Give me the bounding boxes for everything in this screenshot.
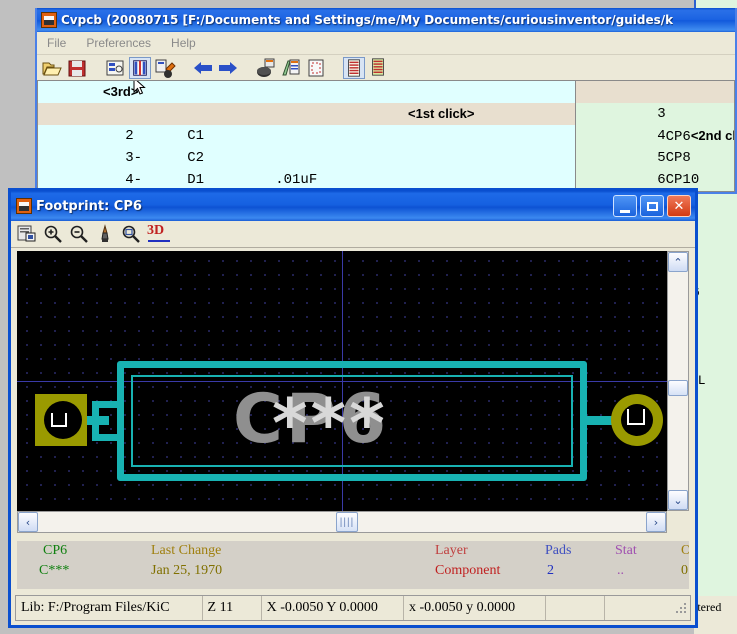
footprint-status-bar: Lib: F:/Program Files/KiC Z 11 X -0.0050… bbox=[15, 595, 691, 621]
info-pads-label: Pads bbox=[545, 543, 572, 558]
cvpcb-toolbar bbox=[37, 55, 735, 82]
status-zoom: Z 11 bbox=[203, 596, 262, 620]
cvpcb-window: Cvpcb (20080715 [F:/Documents and Settin… bbox=[35, 8, 737, 194]
toolbar-separator-2 bbox=[179, 57, 189, 79]
footprint-viewer-titlebar[interactable]: Footprint: CP6 ✕ bbox=[11, 191, 695, 221]
footprint-filter-off-icon[interactable] bbox=[368, 57, 390, 79]
scrollbar-corner bbox=[667, 511, 689, 533]
table-row[interactable]: 4 R1 - 4.7k : bbox=[38, 147, 575, 188]
view-footprint-icon[interactable] bbox=[280, 57, 302, 79]
arrow-left-icon[interactable] bbox=[192, 57, 214, 79]
footprint-canvas-area: CP6 *** ⌃ ⌄ ‹ |||| › bbox=[17, 251, 689, 533]
info-orient-value: 0.0 bbox=[681, 563, 689, 578]
footprint-viewer-window: Footprint: CP6 ✕ 3D CP6 *** ⌃ ⌄ ‹ |||| ›… bbox=[8, 188, 698, 628]
info-orient-label: Or bbox=[681, 543, 689, 559]
status-extra-1 bbox=[546, 596, 606, 620]
open-netlist-icon[interactable] bbox=[41, 57, 63, 79]
footprint-viewer-title: Footprint: CP6 bbox=[36, 198, 142, 214]
save-icon[interactable] bbox=[66, 57, 88, 79]
list-item[interactable]: 3 CP6<2nd click> bbox=[576, 81, 734, 145]
minimize-button[interactable] bbox=[613, 195, 637, 217]
zoom-fit-icon[interactable] bbox=[121, 224, 141, 244]
documentation-icon[interactable] bbox=[305, 57, 327, 79]
info-layer-label: Layer bbox=[435, 543, 468, 558]
scroll-right-button[interactable]: › bbox=[646, 512, 666, 532]
status-extra-2 bbox=[605, 596, 674, 620]
vertical-scrollbar[interactable]: ⌃ ⌄ bbox=[667, 251, 689, 511]
footprint-name: CP6 bbox=[665, 129, 691, 145]
footprint-name: CP10 bbox=[665, 172, 700, 188]
window-controls: ✕ bbox=[613, 195, 695, 217]
menu-file[interactable]: File bbox=[37, 34, 76, 52]
resize-grip[interactable] bbox=[674, 601, 688, 615]
footprint-viewer-toolbar: 3D bbox=[11, 221, 695, 248]
pad-1-marker bbox=[51, 413, 67, 427]
footprint-name: CP8 bbox=[665, 150, 691, 166]
pad-2-marker bbox=[627, 409, 645, 425]
maximize-button[interactable] bbox=[640, 195, 664, 217]
pcb-canvas[interactable]: CP6 *** bbox=[17, 251, 667, 511]
footprint-list[interactable]: 3 CP6<2nd click> 4 CP8 5 CP10 6 CP12 7 C… bbox=[575, 80, 735, 192]
footprint-index: 3 bbox=[657, 106, 666, 122]
delete-association-icon[interactable] bbox=[255, 57, 277, 79]
scroll-left-button[interactable]: ‹ bbox=[18, 512, 38, 532]
pcbnew-module-icon bbox=[16, 198, 32, 214]
toolbar-separator-4 bbox=[330, 57, 340, 79]
cvpcb-titlebar[interactable]: Cvpcb (20080715 [F:/Documents and Settin… bbox=[37, 8, 735, 32]
background-status-text: ltered bbox=[694, 600, 722, 614]
config-icon[interactable] bbox=[104, 57, 126, 79]
zoom-redraw-icon[interactable] bbox=[95, 224, 115, 244]
footprint-index: 6 bbox=[657, 172, 666, 188]
status-lib: Lib: F:/Program Files/KiC bbox=[16, 596, 203, 620]
info-layer-value: Component bbox=[435, 563, 501, 578]
toolbar-separator-1 bbox=[91, 57, 101, 79]
arrow-right-icon[interactable] bbox=[217, 57, 239, 79]
auto-associate-icon[interactable] bbox=[154, 57, 176, 79]
menu-help[interactable]: Help bbox=[161, 34, 206, 52]
background-status-filtered: ltered bbox=[694, 596, 737, 634]
footprint-filter-on-icon[interactable] bbox=[343, 57, 365, 79]
table-row[interactable]: 1 C1 - .01uF : C1 <3rd> bbox=[38, 81, 575, 188]
horizontal-scrollbar[interactable]: ‹ |||| › bbox=[17, 511, 667, 533]
scroll-down-button[interactable]: ⌄ bbox=[668, 490, 688, 510]
info-last-change-value: Jan 25, 1970 bbox=[151, 563, 223, 578]
info-stat-label: Stat bbox=[615, 543, 637, 558]
cvpcb-body: 1 C1 - .01uF : C1 <3rd> 2 C2 - 10uF : <1… bbox=[37, 80, 735, 192]
toolbar-separator-3 bbox=[242, 57, 252, 79]
info-module-name: CP6 bbox=[43, 543, 68, 558]
footprint-annotation: <2nd click> bbox=[690, 128, 734, 143]
zoom-out-icon[interactable] bbox=[69, 224, 89, 244]
cvpcb-title: Cvpcb (20080715 [F:/Documents and Settin… bbox=[61, 13, 674, 27]
3d-view-icon[interactable]: 3D bbox=[147, 223, 173, 244]
component-annotation: <1st click> bbox=[408, 106, 475, 121]
vertical-scroll-thumb[interactable] bbox=[668, 380, 688, 396]
silk-reference-text: *** bbox=[272, 385, 388, 464]
select-footprint-icon[interactable] bbox=[17, 224, 37, 244]
footprint-info-panel: CP6 C*** Last Change Jan 25, 1970 Layer … bbox=[17, 541, 689, 589]
info-reference: C*** bbox=[39, 563, 70, 578]
horizontal-scroll-thumb[interactable]: |||| bbox=[336, 512, 358, 532]
cvpcb-menubar: File Preferences Help bbox=[37, 32, 735, 55]
cvpcb-app-icon bbox=[41, 12, 57, 28]
close-button[interactable]: ✕ bbox=[667, 195, 691, 217]
component-list[interactable]: 1 C1 - .01uF : C1 <3rd> 2 C2 - 10uF : <1… bbox=[37, 80, 575, 192]
menu-preferences[interactable]: Preferences bbox=[76, 34, 161, 52]
table-row[interactable]: 2 C2 - 10uF : <1st click> bbox=[38, 103, 575, 188]
status-rel-coords: x -0.0050 y 0.0000 bbox=[404, 596, 547, 620]
info-last-change-label: Last Change bbox=[151, 543, 222, 558]
library-list-icon[interactable] bbox=[129, 57, 151, 79]
component-annotation: <3rd> bbox=[103, 84, 139, 99]
table-row[interactable]: 3 D1 - LED : bbox=[38, 125, 575, 188]
info-pads-value: 2 bbox=[547, 563, 554, 578]
scroll-up-button[interactable]: ⌃ bbox=[668, 252, 688, 272]
status-abs-coords: X -0.0050 Y 0.0000 bbox=[262, 596, 404, 620]
zoom-in-icon[interactable] bbox=[43, 224, 63, 244]
3d-view-label: 3D bbox=[147, 223, 165, 238]
info-stat-value: .. bbox=[617, 563, 624, 578]
footprint-index: 5 bbox=[657, 150, 666, 166]
